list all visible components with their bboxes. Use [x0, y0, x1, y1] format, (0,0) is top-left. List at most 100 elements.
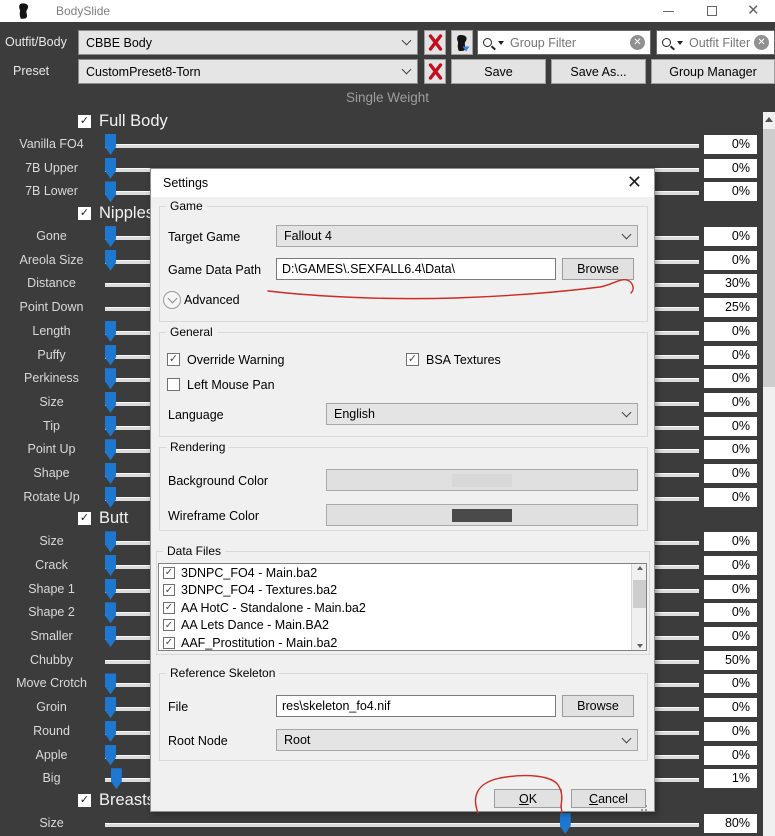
- slider-thumb[interactable]: [105, 463, 116, 484]
- slider-thumb[interactable]: [105, 745, 116, 766]
- slider-thumb[interactable]: [105, 321, 116, 342]
- slider-thumb[interactable]: [105, 226, 116, 247]
- group-checkbox[interactable]: ✓: [78, 207, 91, 220]
- data-file-checkbox[interactable]: ✓: [163, 637, 175, 649]
- resize-grip[interactable]: [641, 809, 643, 811]
- slider-value[interactable]: 0%: [704, 227, 757, 246]
- override-warning-label[interactable]: Override Warning: [187, 353, 285, 367]
- clear-filter-icon[interactable]: ✕: [754, 35, 769, 50]
- search-options-dropdown-icon[interactable]: [498, 41, 504, 45]
- slider-value[interactable]: 0%: [704, 556, 757, 575]
- outfit-body-combobox[interactable]: CBBE Body: [78, 30, 418, 55]
- slider-thumb[interactable]: [105, 531, 116, 552]
- slider-thumb[interactable]: [560, 813, 571, 834]
- data-file-checkbox[interactable]: ✓: [163, 584, 175, 596]
- advanced-expander[interactable]: [163, 291, 181, 309]
- data-file-checkbox[interactable]: ✓: [163, 567, 175, 579]
- slider-value[interactable]: 0%: [704, 417, 757, 436]
- clear-filter-icon[interactable]: ✕: [630, 35, 645, 50]
- slider-thumb[interactable]: [105, 416, 116, 437]
- slider-thumb[interactable]: [105, 697, 116, 718]
- data-file-item[interactable]: ✓AA HotC - Standalone - Main.ba2: [159, 599, 646, 617]
- group-manager-button[interactable]: Group Manager: [651, 59, 775, 84]
- save-as-button[interactable]: Save As...: [551, 59, 646, 84]
- slider-thumb[interactable]: [111, 768, 122, 789]
- data-file-item[interactable]: ✓AA Lets Dance - Main.BA2: [159, 617, 646, 635]
- slider-thumb[interactable]: [105, 158, 116, 179]
- slider-thumb[interactable]: [105, 555, 116, 576]
- slider-value[interactable]: 0%: [704, 580, 757, 599]
- slider-thumb[interactable]: [105, 721, 116, 742]
- preset-combobox[interactable]: CustomPreset8-Torn: [78, 59, 418, 84]
- slider-value[interactable]: 30%: [704, 274, 757, 293]
- data-file-checkbox[interactable]: ✓: [163, 602, 175, 614]
- slider-thumb[interactable]: [105, 602, 116, 623]
- root-node-combobox[interactable]: Root: [276, 729, 638, 751]
- save-button[interactable]: Save: [451, 59, 546, 84]
- edit-project-button[interactable]: [451, 30, 473, 55]
- bsa-textures-label[interactable]: BSA Textures: [426, 353, 501, 367]
- slider-thumb[interactable]: [105, 250, 116, 271]
- slider-thumb[interactable]: [105, 368, 116, 389]
- delete-preset-button[interactable]: [424, 59, 446, 84]
- resize-grip[interactable]: [645, 809, 647, 811]
- slider-value[interactable]: 0%: [704, 722, 757, 741]
- game-data-path-input[interactable]: [276, 258, 556, 280]
- slider-value[interactable]: 0%: [704, 440, 757, 459]
- skeleton-file-input[interactable]: [276, 695, 556, 717]
- slider-value[interactable]: 0%: [704, 346, 757, 365]
- scroll-up-icon[interactable]: [763, 112, 775, 127]
- background-color-button[interactable]: [326, 469, 638, 491]
- data-file-item[interactable]: ✓AAF_Prostitution - Main.ba2: [159, 634, 646, 651]
- group-checkbox[interactable]: ✓: [78, 512, 91, 525]
- slider-value[interactable]: 0%: [704, 698, 757, 717]
- slider-value[interactable]: 0%: [704, 369, 757, 388]
- browse-skeleton-button[interactable]: Browse: [562, 695, 634, 717]
- scrollbar-thumb[interactable]: [763, 129, 775, 387]
- slider-value[interactable]: 25%: [704, 298, 757, 317]
- slider-thumb[interactable]: [105, 134, 116, 155]
- left-mouse-pan-checkbox[interactable]: [167, 378, 180, 391]
- slider-thumb[interactable]: [105, 392, 116, 413]
- browse-data-path-button[interactable]: Browse: [562, 258, 634, 280]
- slider-thumb[interactable]: [105, 487, 116, 508]
- data-file-checkbox[interactable]: ✓: [163, 619, 175, 631]
- slider-value[interactable]: 0%: [704, 746, 757, 765]
- slider-value[interactable]: 0%: [704, 488, 757, 507]
- target-game-combobox[interactable]: Fallout 4: [276, 225, 638, 247]
- slider-value[interactable]: 50%: [704, 651, 757, 670]
- group-checkbox[interactable]: ✓: [78, 794, 91, 807]
- slider-value[interactable]: 0%: [704, 393, 757, 412]
- cancel-button[interactable]: Cancel: [571, 789, 646, 808]
- settings-titlebar[interactable]: Settings ✕: [151, 169, 654, 197]
- maximize-button[interactable]: [707, 6, 717, 16]
- scrollbar-thumb[interactable]: [633, 580, 646, 608]
- resize-grip[interactable]: [645, 805, 647, 807]
- group-checkbox[interactable]: ✓: [78, 115, 91, 128]
- data-file-item[interactable]: ✓3DNPC_FO4 - Main.ba2: [159, 564, 646, 582]
- main-scrollbar[interactable]: [763, 112, 775, 836]
- ok-button[interactable]: OK: [494, 789, 562, 808]
- slider-value[interactable]: 0%: [704, 627, 757, 646]
- slider-value[interactable]: 0%: [704, 182, 757, 201]
- data-files-scrollbar[interactable]: [631, 564, 646, 650]
- settings-close-icon[interactable]: ✕: [627, 172, 642, 193]
- slider-track[interactable]: [105, 823, 699, 827]
- slider-value[interactable]: 0%: [704, 322, 757, 341]
- slider-thumb[interactable]: [105, 181, 116, 202]
- slider-value[interactable]: 1%: [704, 769, 757, 788]
- scroll-down-icon[interactable]: [632, 644, 647, 648]
- left-mouse-pan-label[interactable]: Left Mouse Pan: [187, 378, 275, 392]
- slider-track[interactable]: [105, 144, 699, 148]
- slider-value[interactable]: 0%: [704, 532, 757, 551]
- minimize-button[interactable]: [663, 11, 674, 12]
- slider-value[interactable]: 0%: [704, 674, 757, 693]
- slider-thumb[interactable]: [105, 439, 116, 460]
- override-warning-checkbox[interactable]: ✓: [167, 353, 180, 366]
- slider-thumb[interactable]: [105, 579, 116, 600]
- bsa-textures-checkbox[interactable]: ✓: [406, 353, 419, 366]
- data-file-item[interactable]: ✓3DNPC_FO4 - Textures.ba2: [159, 582, 646, 600]
- slider-value[interactable]: 0%: [704, 603, 757, 622]
- delete-outfit-button[interactable]: [424, 30, 446, 55]
- scroll-up-icon[interactable]: [632, 566, 647, 570]
